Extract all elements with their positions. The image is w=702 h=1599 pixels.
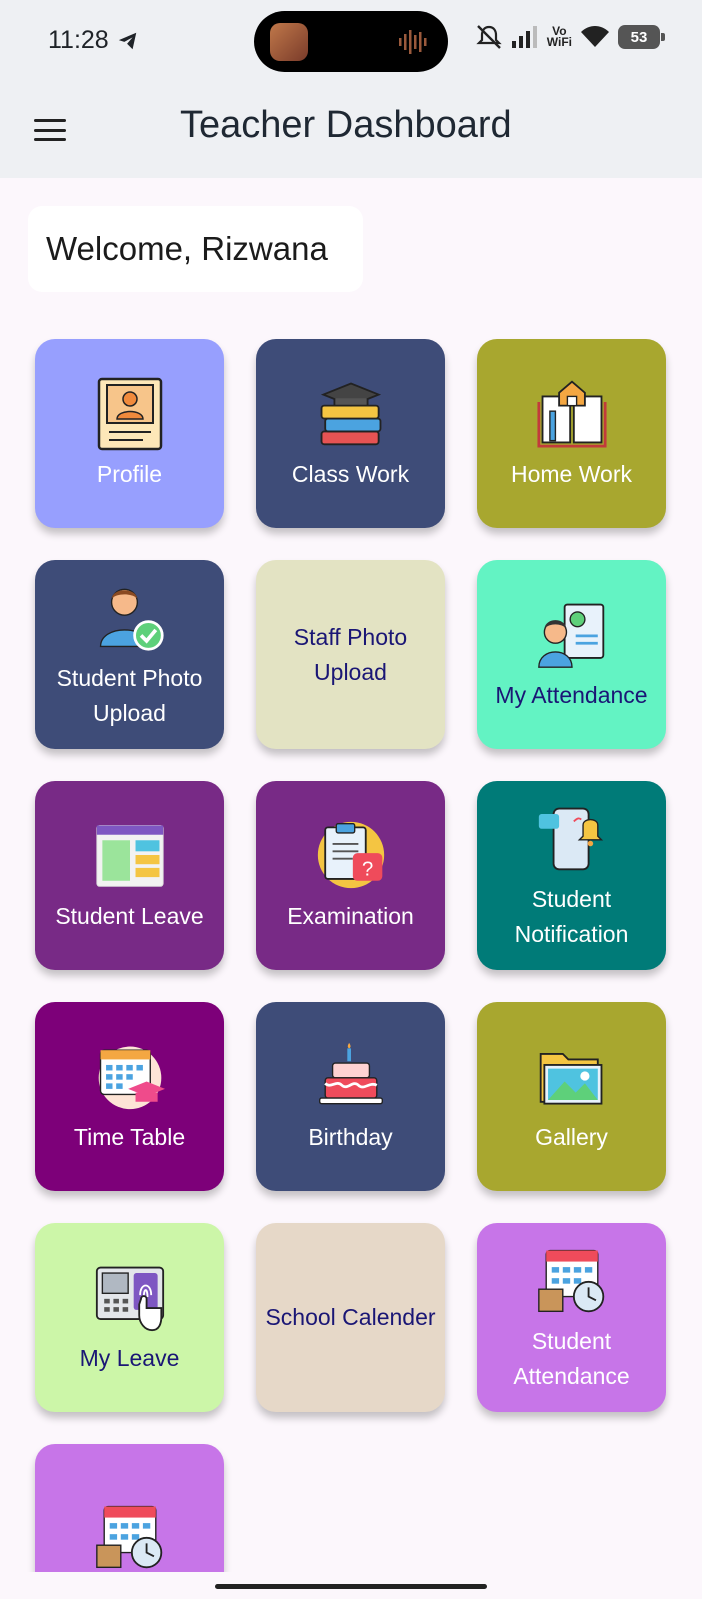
dynamic-island[interactable] [254, 11, 448, 72]
tile-student-attendance[interactable]: Student Attendance [477, 1223, 666, 1412]
tile-label: My Attendance [495, 682, 648, 708]
tile-label: Student Attendance [513, 1327, 630, 1389]
tile-label: Student Leave [55, 903, 204, 929]
tile-student-photo-upload[interactable]: Student Photo Upload [35, 560, 224, 749]
battery-indicator: 53 [618, 25, 665, 49]
tile-gallery[interactable]: Gallery [477, 1002, 666, 1191]
books-graduation-cap-icon [320, 382, 381, 446]
phone-bell-icon [538, 807, 603, 870]
tile-label: Staff Photo Upload [293, 623, 408, 685]
home-indicator[interactable] [215, 1584, 487, 1589]
tile-my-attendance[interactable]: My Attendance [477, 560, 666, 749]
menu-icon[interactable] [34, 116, 66, 144]
calendar-cap-icon [98, 1046, 165, 1110]
tile-birthday[interactable]: Birthday [256, 1002, 445, 1191]
tile-label: Gallery [535, 1124, 608, 1150]
app-bar: Teacher Dashboard [0, 86, 702, 178]
tile-label: My Leave [79, 1345, 180, 1371]
tile-label: Class Work [291, 461, 410, 487]
tile-class-work[interactable]: Class Work [256, 339, 445, 528]
teacher-clipboard-icon [537, 603, 604, 668]
open-book-house-icon [536, 380, 607, 448]
calendar-clock-box-icon [537, 1249, 604, 1312]
media-thumbnail [270, 23, 308, 61]
tile-label: Time Table [73, 1124, 186, 1150]
tile-profile[interactable]: Profile [35, 339, 224, 528]
status-time: 11:28 [48, 26, 109, 54]
profile-card-icon [97, 377, 162, 451]
audio-wave-icon [399, 30, 427, 54]
tile-label: Student Notification [514, 885, 629, 947]
svg-text:?: ? [361, 858, 372, 880]
tile-my-leave[interactable]: My Leave [35, 1223, 224, 1412]
tile-staff-photo-upload[interactable]: Staff Photo Upload [256, 560, 445, 749]
fingerprint-scanner-icon [95, 1266, 164, 1332]
tile-school-calender[interactable]: School Calender [256, 1223, 445, 1412]
status-bar: 11:28 Vo WiFi 53 [0, 0, 702, 86]
tile-home-work[interactable]: Home Work [477, 339, 666, 528]
photo-folder-icon [539, 1052, 602, 1105]
welcome-text: Welcome, Rizwana [46, 230, 328, 267]
exam-clipboard-question-icon: ? [317, 821, 384, 889]
tile-student-notification[interactable]: Student Notification [477, 781, 666, 970]
tile-label: Home Work [511, 461, 632, 487]
status-time-group: 11:28 [48, 26, 139, 55]
birthday-cake-icon [318, 1042, 383, 1105]
vowifi-label: Vo WiFi [546, 24, 572, 49]
welcome-card: Welcome, Rizwana [28, 206, 363, 292]
telegram-icon [118, 32, 136, 49]
tile-label: Examination [287, 903, 414, 929]
signal-icon [511, 26, 537, 48]
tile-student-leave[interactable]: Student Leave [35, 781, 224, 970]
tile-label: Student Photo Upload [56, 664, 203, 726]
tile-label: School Calender [265, 1304, 436, 1330]
tile-label: Birthday [308, 1124, 393, 1150]
student-check-icon [99, 588, 164, 651]
status-icons: Vo WiFi 53 [475, 24, 665, 50]
page-title: Teacher Dashboard [180, 104, 512, 146]
browser-layout-icon [95, 825, 164, 887]
tile-time-table[interactable]: Time Table [35, 1002, 224, 1191]
mute-vibrate-icon [476, 25, 502, 49]
calendar-clock-box-icon [95, 1505, 162, 1568]
wifi-icon [581, 26, 609, 47]
tile-examination[interactable]: ? Examination [256, 781, 445, 970]
tile-label: Profile [96, 461, 163, 487]
